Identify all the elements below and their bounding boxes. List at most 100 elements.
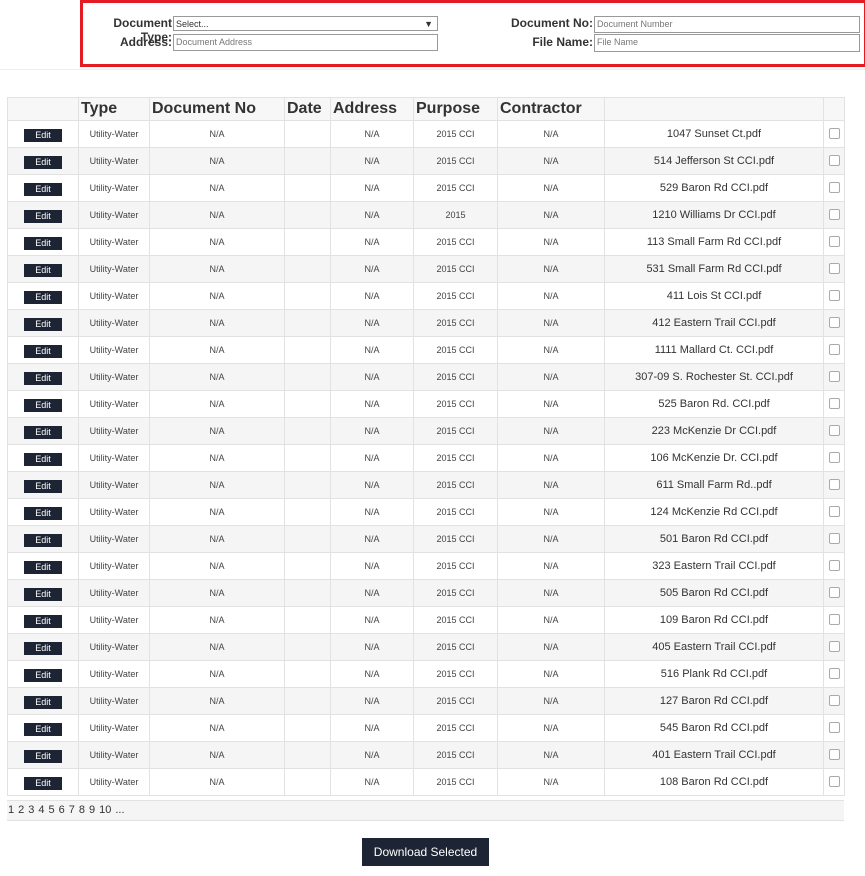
download-selected-button[interactable]: Download Selected — [362, 838, 489, 866]
edit-button[interactable]: Edit — [24, 669, 62, 682]
edit-button[interactable]: Edit — [24, 183, 62, 196]
cell-file-name[interactable]: 127 Baron Rd CCI.pdf — [604, 687, 824, 715]
header-date[interactable]: Date — [284, 97, 331, 121]
select-checkbox[interactable] — [828, 505, 840, 517]
select-checkbox[interactable] — [828, 451, 840, 463]
file-name-input[interactable]: File Name — [594, 34, 860, 52]
select-checkbox[interactable] — [828, 235, 840, 247]
select-checkbox[interactable] — [828, 478, 840, 490]
cell-file-name[interactable]: 307-09 S. Rochester St. CCI.pdf — [604, 363, 824, 391]
edit-button[interactable]: Edit — [24, 156, 62, 169]
cell-file-name[interactable]: 501 Baron Rd CCI.pdf — [604, 525, 824, 553]
page-link[interactable]: 9 — [89, 804, 95, 816]
page-link[interactable]: 5 — [49, 804, 55, 816]
select-checkbox[interactable] — [828, 640, 840, 652]
edit-button[interactable]: Edit — [24, 372, 62, 385]
edit-button[interactable]: Edit — [24, 399, 62, 412]
edit-button[interactable]: Edit — [24, 480, 62, 493]
edit-button[interactable]: Edit — [24, 507, 62, 520]
edit-button[interactable]: Edit — [24, 561, 62, 574]
page-link[interactable]: 8 — [79, 804, 85, 816]
edit-button[interactable]: Edit — [24, 588, 62, 601]
select-checkbox[interactable] — [828, 532, 840, 544]
edit-button[interactable]: Edit — [24, 534, 62, 547]
cell-file-name[interactable]: 529 Baron Rd CCI.pdf — [604, 174, 824, 202]
edit-button[interactable]: Edit — [24, 723, 62, 736]
page-link[interactable]: 7 — [69, 804, 75, 816]
document-type-select[interactable]: Select... ▼ — [173, 16, 438, 31]
cell-file-name[interactable]: 113 Small Farm Rd CCI.pdf — [604, 228, 824, 256]
cell-file-name[interactable]: 516 Plank Rd CCI.pdf — [604, 660, 824, 688]
cell-file-name[interactable]: 531 Small Farm Rd CCI.pdf — [604, 255, 824, 283]
cell-file-name[interactable]: 108 Baron Rd CCI.pdf — [604, 768, 824, 796]
cell-file-name[interactable]: 412 Eastern Trail CCI.pdf — [604, 309, 824, 337]
cell-document-no: N/A — [149, 552, 285, 580]
select-checkbox[interactable] — [828, 694, 840, 706]
select-checkbox[interactable] — [828, 559, 840, 571]
document-no-input[interactable]: Document Number — [594, 16, 860, 33]
cell-file-name[interactable]: 106 McKenzie Dr. CCI.pdf — [604, 444, 824, 472]
cell-file-name[interactable]: 505 Baron Rd CCI.pdf — [604, 579, 824, 607]
select-checkbox[interactable] — [828, 748, 840, 760]
select-checkbox[interactable] — [828, 370, 840, 382]
select-checkbox[interactable] — [828, 775, 840, 787]
select-checkbox[interactable] — [828, 181, 840, 193]
edit-button[interactable]: Edit — [24, 345, 62, 358]
select-checkbox[interactable] — [828, 154, 840, 166]
cell-file-name[interactable]: 1210 Williams Dr CCI.pdf — [604, 201, 824, 229]
select-checkbox[interactable] — [828, 316, 840, 328]
select-checkbox[interactable] — [828, 586, 840, 598]
select-checkbox[interactable] — [828, 127, 840, 139]
cell-contractor: N/A — [497, 741, 605, 769]
edit-button[interactable]: Edit — [24, 318, 62, 331]
cell-file-name[interactable]: 611 Small Farm Rd..pdf — [604, 471, 824, 499]
cell-file-name[interactable]: 401 Eastern Trail CCI.pdf — [604, 741, 824, 769]
cell-file-name[interactable]: 1047 Sunset Ct.pdf — [604, 120, 824, 148]
header-document-no[interactable]: Document No — [149, 97, 285, 121]
cell-file-name[interactable]: 411 Lois St CCI.pdf — [604, 282, 824, 310]
select-checkbox[interactable] — [828, 343, 840, 355]
page-link[interactable]: 1 — [8, 804, 14, 816]
cell-file-name[interactable]: 1111 Mallard Ct. CCI.pdf — [604, 336, 824, 364]
edit-button[interactable]: Edit — [24, 237, 62, 250]
cell-file-name[interactable]: 323 Eastern Trail CCI.pdf — [604, 552, 824, 580]
edit-button[interactable]: Edit — [24, 426, 62, 439]
address-input[interactable]: Document Address — [173, 34, 438, 51]
page-link[interactable]: 3 — [28, 804, 34, 816]
select-checkbox[interactable] — [828, 289, 840, 301]
header-purpose[interactable]: Purpose — [413, 97, 498, 121]
header-contractor[interactable]: Contractor — [497, 97, 605, 121]
page-link[interactable]: 4 — [38, 804, 44, 816]
cell-file-name[interactable]: 109 Baron Rd CCI.pdf — [604, 606, 824, 634]
edit-button[interactable]: Edit — [24, 615, 62, 628]
select-checkbox[interactable] — [828, 613, 840, 625]
edit-button[interactable]: Edit — [24, 210, 62, 223]
edit-button[interactable]: Edit — [24, 696, 62, 709]
edit-button[interactable]: Edit — [24, 129, 62, 142]
page-link[interactable]: ... — [115, 804, 124, 816]
cell-file-name[interactable]: 514 Jefferson St CCI.pdf — [604, 147, 824, 175]
select-checkbox[interactable] — [828, 208, 840, 220]
header-type[interactable]: Type — [78, 97, 150, 121]
select-checkbox[interactable] — [828, 397, 840, 409]
edit-button[interactable]: Edit — [24, 777, 62, 790]
cell-file-name[interactable]: 124 McKenzie Rd CCI.pdf — [604, 498, 824, 526]
edit-button[interactable]: Edit — [24, 453, 62, 466]
cell-address: N/A — [330, 471, 414, 499]
cell-file-name[interactable]: 405 Eastern Trail CCI.pdf — [604, 633, 824, 661]
page-link[interactable]: 6 — [59, 804, 65, 816]
edit-button[interactable]: Edit — [24, 642, 62, 655]
cell-file-name[interactable]: 525 Baron Rd. CCI.pdf — [604, 390, 824, 418]
page-link[interactable]: 10 — [99, 804, 111, 816]
select-checkbox[interactable] — [828, 721, 840, 733]
select-checkbox[interactable] — [828, 262, 840, 274]
page-link[interactable]: 2 — [18, 804, 24, 816]
edit-button[interactable]: Edit — [24, 291, 62, 304]
header-address[interactable]: Address — [330, 97, 414, 121]
select-checkbox[interactable] — [828, 424, 840, 436]
edit-button[interactable]: Edit — [24, 750, 62, 763]
select-checkbox[interactable] — [828, 667, 840, 679]
cell-file-name[interactable]: 223 McKenzie Dr CCI.pdf — [604, 417, 824, 445]
cell-file-name[interactable]: 545 Baron Rd CCI.pdf — [604, 714, 824, 742]
edit-button[interactable]: Edit — [24, 264, 62, 277]
